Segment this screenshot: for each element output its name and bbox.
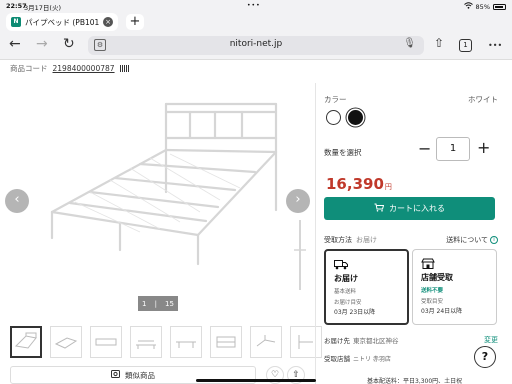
color-swatch-black[interactable] [348, 110, 363, 125]
home-indicator [196, 379, 316, 382]
quantity-increase-button[interactable]: + [477, 138, 490, 157]
product-code-row: 商品コード 2198400000787 [10, 63, 129, 74]
shipping-fee-label: 送料について [446, 236, 488, 244]
next-image-preview [294, 220, 306, 290]
help-icon: ? [481, 350, 489, 363]
pager-divider: | [154, 299, 157, 308]
microphone-icon[interactable]: 🎙 [403, 38, 416, 49]
address-value: 東京都北区神谷 [353, 337, 399, 345]
shipping-note: 基本配送料：平日3,300円、土日祝 [367, 378, 463, 384]
thumbnail-strip [10, 326, 322, 358]
tab-switcher-button[interactable]: 1 [459, 39, 472, 52]
pickup-fee: 送料不要 [421, 288, 444, 294]
forward-button[interactable]: → [36, 36, 48, 52]
similar-products-label: 類似商品 [125, 370, 155, 380]
receive-method-row: 受取方法 お届け [324, 235, 377, 245]
store-pickup-option-card[interactable]: 店舗受取 送料不要 受取目安 03月 24日以降 [412, 249, 497, 325]
thumbnail-3[interactable] [90, 326, 122, 358]
thumbnail-1[interactable] [10, 326, 42, 358]
color-label: カラー [324, 95, 347, 104]
quantity-label: 数量を選択 [324, 148, 362, 157]
image-pager: 1 | 15 [138, 296, 178, 311]
add-to-cart-label: カートに入れる [389, 204, 445, 213]
address-bar-row: ← → ↻ ⚙ nitori-net.jp 🎙 ⇧ 1 ••• [0, 32, 512, 60]
price: 16,390円 [326, 175, 392, 193]
pickup-title: 店舗受取 [421, 273, 453, 282]
url-text: nitori-net.jp [229, 39, 283, 49]
image-search-icon [111, 370, 120, 380]
pager-total: 15 [165, 299, 174, 308]
tab-title: パイプベッド (PB101-S W [25, 17, 99, 27]
new-tab-button[interactable]: + [126, 14, 144, 30]
wifi-icon [463, 2, 473, 11]
cart-icon [374, 203, 385, 214]
share-button[interactable]: ⇧ [434, 36, 444, 50]
add-to-cart-button[interactable]: カートに入れる [324, 197, 495, 220]
truck-icon [334, 260, 348, 270]
tab-bar: N パイプベッド (PB101-S W × + [0, 12, 512, 32]
pickup-store-row: 受取店舗 ニトリ 赤羽店 [324, 353, 391, 363]
battery-percent: 85% [475, 2, 490, 11]
barcode-icon[interactable] [119, 65, 129, 72]
status-date: 3月17日(火) [24, 4, 61, 12]
store-label: 受取店舗 [324, 355, 350, 363]
store-icon [421, 258, 435, 269]
price-unit: 円 [384, 183, 392, 191]
product-main-image[interactable] [30, 92, 305, 282]
delivery-fee: 基本送料 [334, 289, 357, 295]
address-bar[interactable]: ⚙ nitori-net.jp 🎙 [88, 36, 424, 55]
price-value: 16,390 [326, 175, 384, 193]
battery-icon [493, 3, 506, 10]
pager-current: 1 [142, 299, 147, 308]
close-tab-icon[interactable]: × [103, 17, 113, 27]
delivery-date: 03月 23日以降 [334, 309, 376, 316]
quantity-input[interactable]: 1 [436, 137, 470, 161]
prev-image-button[interactable]: ‹ [5, 189, 29, 213]
delivery-title: お届け [334, 274, 358, 283]
status-bar: 22:57 3月17日(火) ••• 85% [0, 0, 512, 12]
delivery-date-label: お届け目安 [334, 300, 362, 306]
color-value: ホワイト [468, 95, 498, 104]
thumbnail-5[interactable] [170, 326, 202, 358]
purchase-panel: カラー ホワイト 数量を選択 − 1 + 16,390円 カートに入れる 受取方… [315, 83, 512, 384]
pickup-date: 03月 24日以降 [421, 308, 463, 315]
thumbnail-6[interactable] [210, 326, 242, 358]
more-menu-button[interactable]: ••• [488, 41, 502, 50]
status-right: 85% [463, 2, 506, 11]
quantity-decrease-button[interactable]: − [418, 139, 431, 158]
shipping-fee-link[interactable]: 送料について i [446, 235, 498, 245]
pickup-date-label: 受取目安 [421, 299, 444, 305]
help-button[interactable]: ? [474, 346, 496, 368]
address-label: お届け先 [324, 337, 350, 345]
thumbnail-2[interactable] [50, 326, 82, 358]
next-image-button[interactable]: › [286, 189, 310, 213]
browser-tab[interactable]: N パイプベッド (PB101-S W × [6, 13, 118, 31]
delivery-option-card[interactable]: お届け 基本送料 お届け目安 03月 23日以降 [324, 249, 409, 325]
back-button[interactable]: ← [9, 36, 21, 52]
store-value: ニトリ 赤羽店 [353, 356, 391, 363]
product-code-value[interactable]: 2198400000787 [53, 64, 115, 73]
info-icon: i [490, 236, 498, 244]
multitasking-dots[interactable]: ••• [247, 2, 261, 9]
change-address-link[interactable]: 変更 [484, 335, 498, 345]
receive-method-label: 受取方法 [324, 236, 352, 244]
product-code-label: 商品コード [10, 64, 48, 73]
delivery-address-row: お届け先 東京都北区神谷 [324, 335, 399, 345]
thumbnail-4[interactable] [130, 326, 162, 358]
receive-method-value: お届け [356, 236, 377, 244]
nitori-favicon-icon: N [11, 17, 21, 27]
thumbnail-7[interactable] [250, 326, 282, 358]
color-swatch-white[interactable] [326, 110, 341, 125]
reload-button[interactable]: ↻ [63, 36, 75, 52]
